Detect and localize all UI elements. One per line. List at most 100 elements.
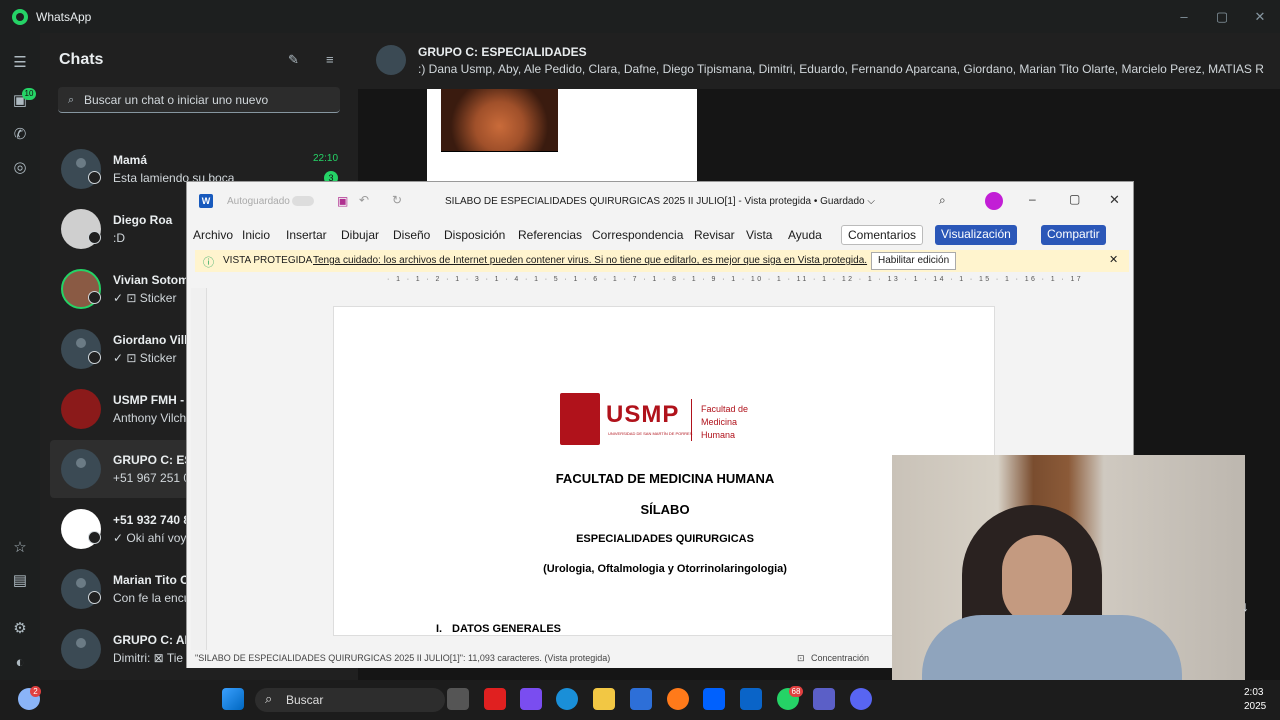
calls-icon[interactable]: ✆ [11,125,29,143]
status-ring-icon [88,231,101,244]
scroll-down-icon[interactable]: ↓ [1242,598,1249,614]
status-ring-icon [88,531,101,544]
archive-icon[interactable]: ▤ [11,571,29,589]
section-number: I. [436,623,443,635]
status-ring-icon [88,351,101,364]
group-members: :) Dana Usmp, Aby, Ale Pedido, Clara, Da… [418,62,1264,76]
logo-text: USMP [606,401,680,428]
document-thumbnail [441,89,558,152]
search-input[interactable]: ⌕ Buscar un chat o iniciar uno nuevo [58,87,340,113]
search-icon: ⌕ [265,691,273,706]
tab-ayuda[interactable]: Ayuda [788,228,822,242]
maximize-button[interactable]: ▢ [1202,0,1242,33]
avatar [61,629,101,669]
nav-rail: ☰ ▣ 10 ✆ ◎ ☆ ▤ ⚙ ◐ [0,33,40,680]
close-button[interactable]: ✕ [1240,0,1280,33]
chat-name: GRUPO C: AN [113,633,194,647]
chat-name: +51 932 740 8 [113,513,191,527]
outlook-icon[interactable] [740,688,762,710]
search-icon: ⌕ [68,94,75,106]
tab-vista[interactable]: Vista [746,228,772,242]
save-icon[interactable]: ▣ [337,194,348,208]
edge-icon[interactable] [556,688,578,710]
webcam-overlay [892,455,1245,680]
share-button[interactable]: Compartir [1041,225,1106,245]
store-icon[interactable] [630,688,652,710]
logo-subtitle: UNIVERSIDAD DE SAN MARTÍN DE PORRES [608,431,693,436]
faculty-line: Facultad de [701,404,749,414]
usmp-shield-logo [560,393,600,445]
notification-badge: 2 [30,686,41,697]
taskbar-search-label: Buscar [286,693,324,707]
tab-insertar[interactable]: Insertar [286,228,327,242]
whatsapp-logo-icon [12,8,28,25]
clock-time[interactable]: 2:03 [1244,687,1263,698]
word-count: "SILABO DE ESPECIALIDADES QUIRURGICAS 20… [195,653,611,663]
starred-icon[interactable]: ☆ [11,538,29,556]
task-view-icon[interactable] [447,688,469,710]
taskbar-search[interactable]: ⌕ Buscar [255,688,445,712]
chat-preview: ✓ Oki ahí voy [113,531,187,545]
word-restore-button[interactable]: ▢ [1069,192,1080,206]
dropbox-icon[interactable] [703,688,725,710]
autosave-label: Autoguardado [227,196,290,207]
avatar [61,389,101,429]
menu-icon[interactable]: ☰ [11,53,29,71]
logo-divider [691,399,692,441]
status-icon[interactable]: ◎ [11,158,29,176]
new-chat-icon[interactable]: ✎ [288,52,299,68]
chats-header: Chats [59,51,104,68]
enable-editing-button[interactable]: Habilitar edición [871,252,957,270]
search-icon[interactable]: ⌕ [939,193,946,208]
group-name[interactable]: GRUPO C: ESPECIALIDADES [418,45,587,59]
word-app-icon: W [199,194,213,208]
focus-mode-button[interactable]: Concentración [811,653,869,663]
focus-mode-icon[interactable]: ⊡ [797,653,805,664]
tab-disposicion[interactable]: Disposición [444,228,505,242]
taskbar: 2 ⌕ Buscar 68 2:03 2025 [0,680,1280,720]
profile-avatar[interactable]: ◐ [11,653,29,671]
firefox-icon[interactable] [667,688,689,710]
tab-correspondencia[interactable]: Correspondencia [592,228,683,242]
document-title[interactable]: SILABO DE ESPECIALIDADES QUIRURGICAS 202… [445,196,875,207]
word-close-button[interactable]: ✕ [1109,192,1120,208]
account-avatar[interactable] [985,192,1003,210]
comments-button[interactable]: Comentarios [841,225,924,245]
redo-icon[interactable]: ↻ [392,193,402,207]
tab-diseno[interactable]: Diseño [393,228,430,242]
autosave-toggle[interactable] [292,196,314,206]
chat-name: Diego Roa [113,213,173,227]
file-explorer-icon[interactable] [593,688,615,710]
discord-icon[interactable] [850,688,872,710]
settings-icon[interactable]: ⚙ [11,619,29,637]
chat-name: Mamá [113,153,148,167]
copilot-icon[interactable] [520,688,542,710]
faculty-line: Humana [701,430,736,440]
tab-archivo[interactable]: Archivo [193,228,233,242]
tab-inicio[interactable]: Inicio [242,228,270,242]
start-button-icon[interactable] [222,688,244,710]
clock-date[interactable]: 2025 [1244,701,1266,712]
person-sweater [922,615,1182,680]
teams-icon[interactable] [813,688,835,710]
chat-preview: ✓ ⊡ Sticker [113,351,177,365]
undo-icon[interactable]: ↶ [359,193,369,207]
chat-preview: Dimitri: ⊠ Tie [113,651,184,665]
chat-preview: ✓ ⊡ Sticker [113,291,177,305]
tab-dibujar[interactable]: Dibujar [341,228,379,242]
chat-name: Giordano Villa [113,333,195,347]
dismiss-warning-icon[interactable]: ✕ [1109,253,1118,266]
chat-preview: Con fe la encu [113,591,191,605]
word-minimize-button[interactable]: – [1029,192,1036,206]
chat-name: Marian Tito O [113,573,190,587]
youtube-icon[interactable] [484,688,506,710]
minimize-button[interactable]: – [1164,0,1204,33]
chat-header[interactable] [358,33,1280,89]
protected-view-message: Tenga cuidado: los archivos de Internet … [313,255,868,266]
filter-icon[interactable]: ≡ [326,52,334,67]
chats-unread-badge: 10 [22,88,36,100]
view-mode-button[interactable]: Visualización [935,225,1017,245]
tab-revisar[interactable]: Revisar [694,228,735,242]
group-avatar[interactable] [376,45,406,75]
tab-referencias[interactable]: Referencias [518,228,582,242]
